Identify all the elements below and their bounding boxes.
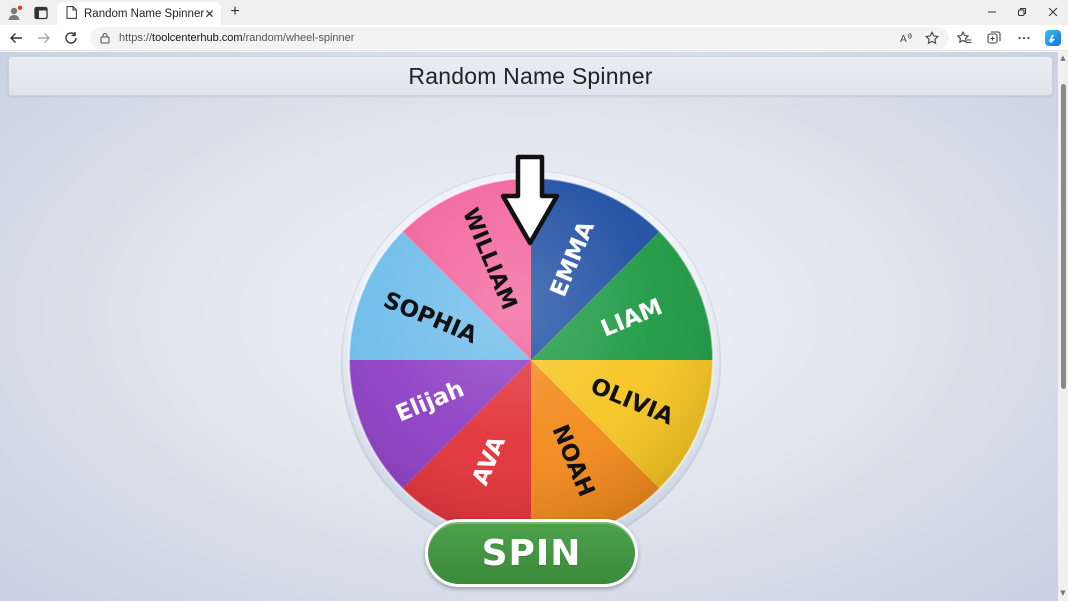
url-text[interactable]: https://toolcenterhub.com/random/wheel-s… [119, 32, 354, 44]
tab-actions-icon[interactable] [32, 4, 50, 22]
page-icon [66, 4, 77, 23]
spin-button-label: SPIN [481, 532, 582, 574]
url-host: toolcenterhub.com [152, 32, 243, 44]
navigation-bar: https://toolcenterhub.com/random/wheel-s… [0, 25, 1068, 51]
scroll-down-icon[interactable]: ▼ [1058, 589, 1068, 599]
scroll-up-icon[interactable]: ▲ [1058, 54, 1068, 64]
new-tab-icon[interactable]: + [226, 3, 244, 21]
collections-icon[interactable] [984, 28, 1004, 48]
vertical-scrollbar[interactable]: ▲ ▼ [1058, 52, 1068, 601]
favorites-icon[interactable] [954, 28, 974, 48]
url-prefix: https:// [119, 32, 153, 44]
tab-title: Random Name Spinner [84, 7, 205, 20]
forward-icon[interactable] [34, 28, 54, 48]
page-title: Random Name Spinner [408, 62, 653, 89]
back-icon[interactable] [6, 28, 26, 48]
refresh-icon[interactable] [61, 28, 81, 48]
page-header: Random Name Spinner [8, 56, 1053, 96]
restore-icon[interactable] [1008, 2, 1036, 22]
scroll-thumb[interactable] [1061, 84, 1066, 389]
tab-strip: Random Name Spinner ✕ + [0, 0, 1068, 25]
page-viewport: Random Name Spinner EMMA LIAM OLIVIA NOAH AV… [0, 52, 1058, 601]
svg-text:A: A [900, 34, 907, 45]
read-aloud-icon[interactable]: A [896, 28, 916, 48]
address-bar[interactable]: https://toolcenterhub.com/random/wheel-s… [90, 27, 949, 49]
copilot-icon[interactable] [1043, 28, 1063, 48]
name-wheel[interactable]: EMMALIAMOLIVIANOAHAVAElijahSOPHIAWILLIAM [330, 102, 730, 572]
spin-button[interactable]: SPIN [425, 519, 638, 587]
minimize-icon[interactable] [978, 2, 1006, 22]
profile-icon[interactable] [6, 4, 24, 22]
favorite-icon[interactable] [922, 28, 942, 48]
close-icon[interactable]: ✕ [204, 6, 215, 22]
lock-icon[interactable] [100, 29, 110, 48]
window-close-icon[interactable] [1039, 2, 1067, 22]
url-path: /random/wheel-spinner [242, 32, 355, 44]
active-tab[interactable]: Random Name Spinner ✕ [57, 2, 221, 25]
more-icon[interactable] [1014, 28, 1034, 48]
